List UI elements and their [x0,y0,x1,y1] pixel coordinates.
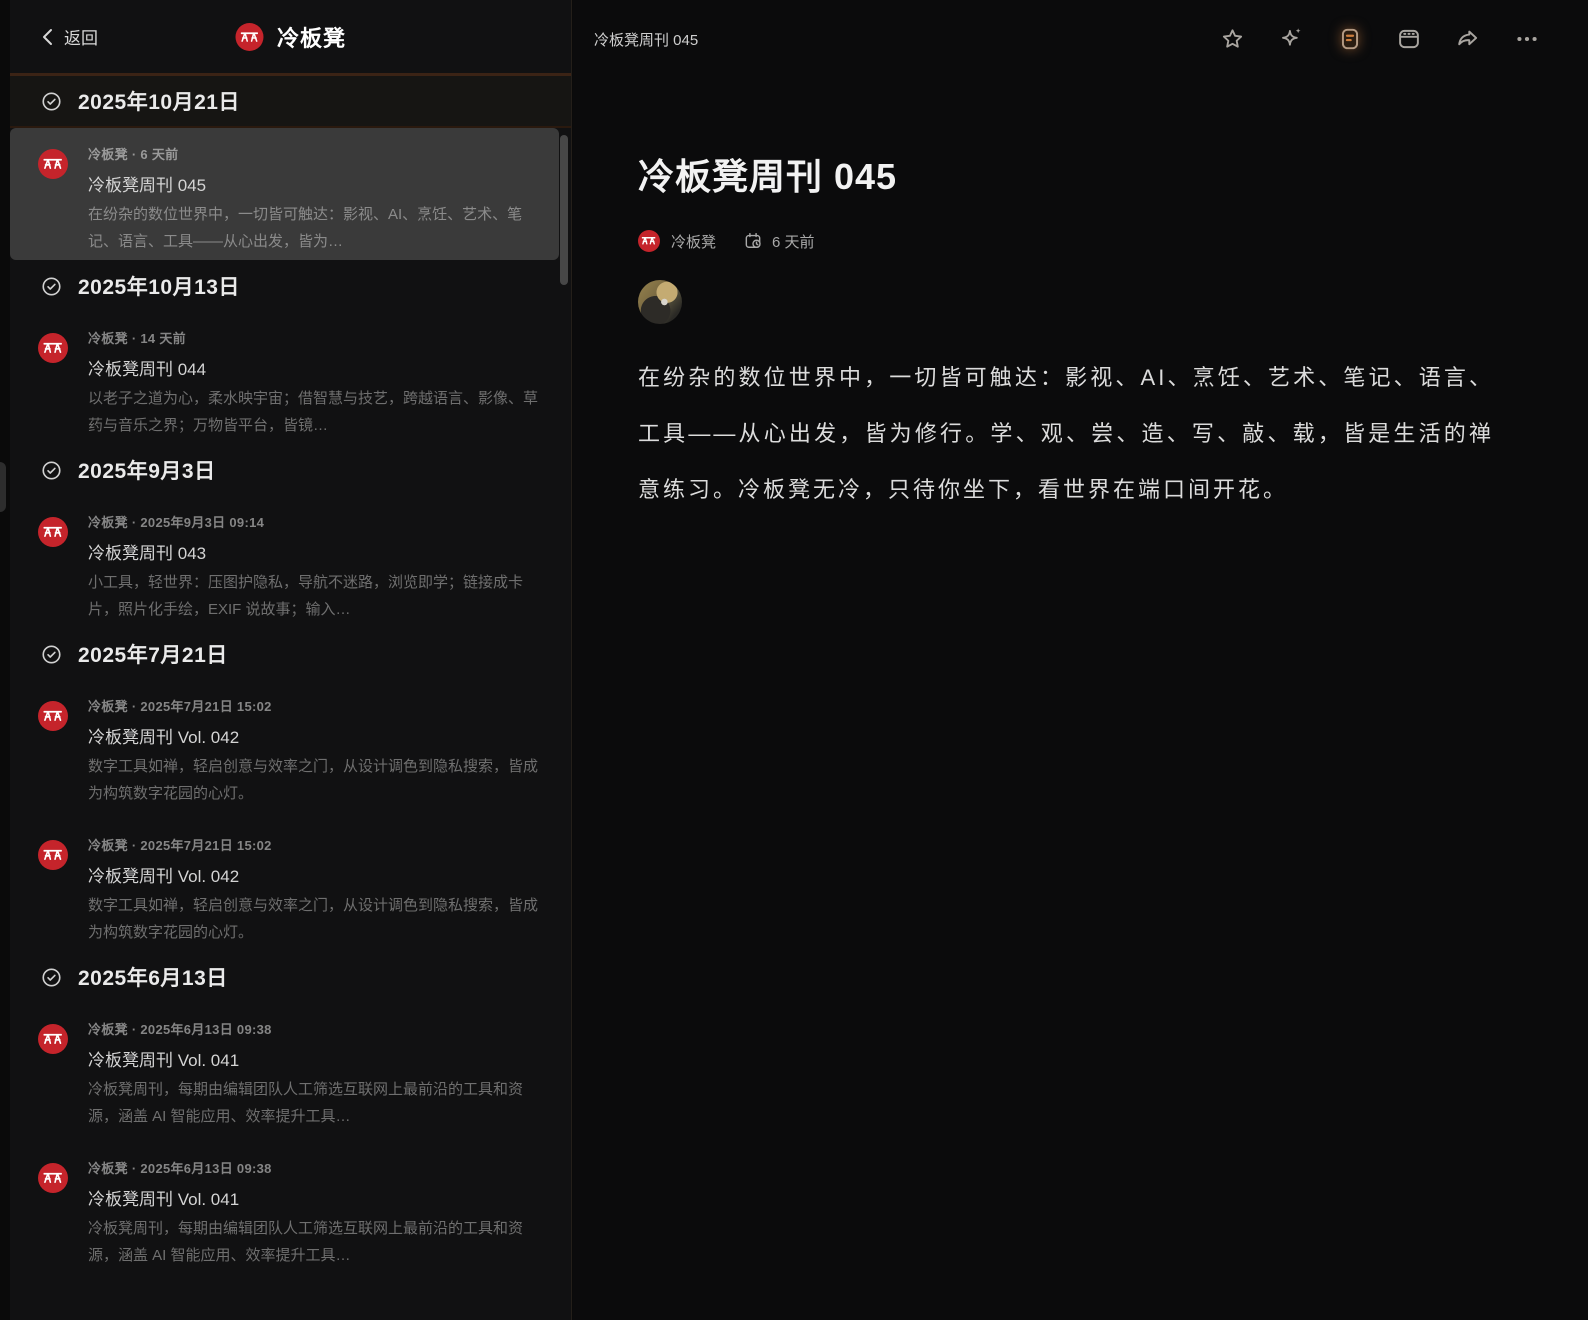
bench-logo-icon [41,152,64,175]
source-view-button[interactable] [1392,22,1426,56]
article: 冷板凳周刊 045 冷板凳 6 天前 在纷杂的数位世界中，一切皆可触达：影视、A… [573,78,1494,518]
sidebar-header: 返回 冷板凳 [10,0,571,76]
check-circle-icon[interactable] [40,643,63,666]
group-date: 2025年10月21日 [78,86,240,116]
sidebar-scrollbar[interactable] [560,135,568,285]
feed-title: 冷板凳 [277,21,346,53]
entry-list-panel: 返回 冷板凳 2025年10月21日 冷板凳 · 6 天前 [10,0,572,1320]
entry-preview: 在纷杂的数位世界中，一切皆可触达：影视、AI、烹饪、艺术、笔记、语言、工具——从… [88,201,539,255]
entry-avatar [38,517,68,547]
article-title: 冷板凳周刊 045 [638,148,1494,200]
date-header: 2025年6月13日 [10,951,571,1003]
check-circle-icon[interactable] [40,966,63,989]
entry-item[interactable]: 冷板凳 · 2025年6月13日 09:38 冷板凳周刊 Vol. 041 冷板… [10,1142,559,1274]
bench-logo-icon [238,26,260,48]
entry-meta: 冷板凳 · 2025年6月13日 09:38 [88,1019,539,1038]
entry-title: 冷板凳周刊 044 [88,355,539,380]
entry-item[interactable]: 冷板凳 · 2025年7月21日 15:02 冷板凳周刊 Vol. 042 数字… [10,819,559,951]
group-date: 2025年9月3日 [78,455,216,485]
entry-meta: 冷板凳 · 2025年7月21日 15:02 [88,835,539,854]
entry-item[interactable]: 冷板凳 · 2025年7月21日 15:02 冷板凳周刊 Vol. 042 数字… [10,680,559,812]
entry-item[interactable]: 冷板凳 · 14 天前 冷板凳周刊 044 以老子之道为心，柔水映宇宙；借智慧与… [10,312,559,444]
entry-avatar [38,333,68,363]
star-icon [1220,27,1245,52]
window-gutter [0,0,10,1320]
entry-preview: 数字工具如禅，轻启创意与效率之门，从设计调色到隐私搜索，皆成为构筑数字花园的心灯… [88,892,539,946]
check-circle-icon[interactable] [40,275,63,298]
feed-avatar [235,23,263,51]
check-circle-icon[interactable] [40,459,63,482]
reader-toolbar: 冷板凳周刊 045 [573,0,1588,78]
entry-preview: 以老子之道为心，柔水映宇宙；借智慧与技艺，跨越语言、影像、草药与音乐之界；万物皆… [88,385,539,439]
author-avatar[interactable] [638,280,682,324]
article-body: 在纷杂的数位世界中，一切皆可触达：影视、AI、烹饪、艺术、笔记、语言、工具——从… [638,350,1494,518]
bench-logo-icon [640,232,657,249]
entry-title: 冷板凳周刊 Vol. 042 [88,723,539,748]
chevron-left-icon [40,28,55,46]
article-feed-name[interactable]: 冷板凳 [671,231,716,252]
entry-meta: 冷板凳 · 2025年9月3日 09:14 [88,512,539,531]
entry-meta: 冷板凳 · 2025年6月13日 09:38 [88,1158,539,1177]
share-button[interactable] [1451,22,1485,56]
article-meta: 冷板凳 6 天前 [638,230,1494,252]
date-header: 2025年10月13日 [10,260,571,312]
back-button[interactable]: 返回 [40,24,98,49]
reader-panel: 冷板凳周刊 045 [573,0,1588,1320]
entry-item[interactable]: 冷板凳 · 2025年9月3日 09:14 冷板凳周刊 043 小工具，轻世界：… [10,496,559,628]
entry-preview: 小工具，轻世界：压图护隐私，导航不迷路，浏览即学；链接成卡片，照片化手绘，EXI… [88,569,539,623]
bench-logo-icon [41,843,64,866]
bench-logo-icon [41,1166,64,1189]
entry-avatar [38,1163,68,1193]
readability-icon [1337,26,1363,52]
entry-avatar [38,1024,68,1054]
bench-logo-icon [41,1027,64,1050]
bench-logo-icon [41,704,64,727]
entry-title: 冷板凳周刊 045 [88,171,539,196]
feed-header: 冷板凳 [235,21,346,53]
entry-avatar [38,840,68,870]
share-icon [1455,26,1481,52]
panel-resize-handle[interactable] [0,462,6,512]
date-header: 2025年9月3日 [10,444,571,496]
entry-avatar [38,149,68,179]
entry-item[interactable]: 冷板凳 · 6 天前 冷板凳周刊 045 在纷杂的数位世界中，一切皆可触达：影视… [10,128,559,260]
group-date: 2025年10月13日 [78,271,240,301]
entry-avatar [38,701,68,731]
more-button[interactable] [1510,22,1544,56]
entry-meta: 冷板凳 · 2025年7月21日 15:02 [88,696,539,715]
group-date: 2025年6月13日 [78,962,228,992]
entry-meta: 冷板凳 · 14 天前 [88,328,539,347]
bench-logo-icon [41,336,64,359]
entry-title: 冷板凳周刊 Vol. 041 [88,1185,539,1210]
more-icon [1514,26,1540,52]
entry-title: 冷板凳周刊 043 [88,539,539,564]
entry-meta: 冷板凳 · 6 天前 [88,144,539,163]
entry-title: 冷板凳周刊 Vol. 041 [88,1046,539,1071]
sparkle-icon [1278,26,1304,52]
article-feed-avatar [638,230,660,252]
ai-summary-button[interactable] [1274,22,1308,56]
readability-button[interactable] [1333,22,1367,56]
check-circle-icon[interactable] [40,90,63,113]
entry-item[interactable]: 冷板凳 · 2025年6月13日 09:38 冷板凳周刊 Vol. 041 冷板… [10,1003,559,1135]
reader-tab-title: 冷板凳周刊 045 [594,29,1190,50]
date-header: 2025年7月21日 [10,628,571,680]
group-date: 2025年7月21日 [78,639,228,669]
date-header: 2025年10月21日 [10,76,571,128]
browser-icon [1396,26,1422,52]
bench-logo-icon [41,520,64,543]
entry-preview: 冷板凳周刊，每期由编辑团队人工筛选互联网上最前沿的工具和资源，涵盖 AI 智能应… [88,1215,539,1269]
calendar-clock-icon [743,231,763,251]
article-time: 6 天前 [772,231,815,252]
entry-preview: 数字工具如禅，轻启创意与效率之门，从设计调色到隐私搜索，皆成为构筑数字花园的心灯… [88,753,539,807]
star-button[interactable] [1215,22,1249,56]
entry-list: 2025年10月21日 冷板凳 · 6 天前 冷板凳周刊 045 在纷杂的数位世… [10,76,571,1274]
entry-preview: 冷板凳周刊，每期由编辑团队人工筛选互联网上最前沿的工具和资源，涵盖 AI 智能应… [88,1076,539,1130]
entry-title: 冷板凳周刊 Vol. 042 [88,862,539,887]
back-label: 返回 [64,24,98,49]
